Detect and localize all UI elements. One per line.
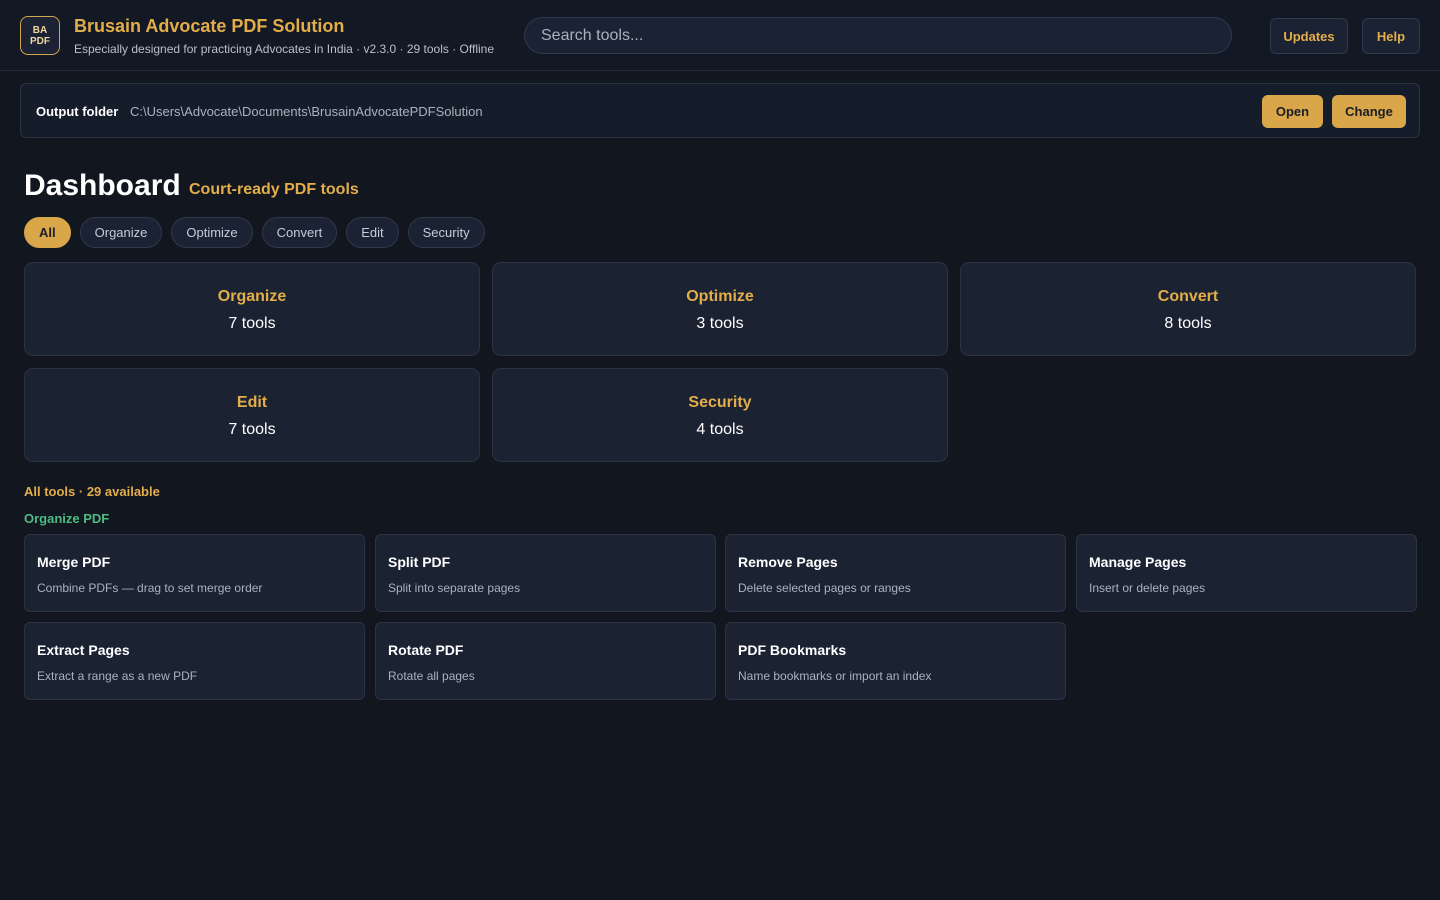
tool-card-split-pdf[interactable]: Split PDF Split into separate pages [375,534,716,612]
page-title: Dashboard [24,169,181,202]
category-card-edit[interactable]: Edit 7 tools [24,368,480,462]
category-name: Edit [236,394,268,411]
tool-description: Name bookmarks or import an index [738,669,932,683]
tool-name: PDF Bookmarks [738,642,847,658]
tool-description: Delete selected pages or ranges [738,581,911,595]
app-header: BA PDF Brusain Advocate PDF Solution Esp… [0,0,1440,71]
search-input[interactable] [524,17,1232,54]
category-name: Security [688,394,752,411]
open-folder-button[interactable]: Open [1262,95,1323,128]
category-count: 4 tools [696,421,744,438]
tool-description: Split into separate pages [388,581,521,595]
filter-edit[interactable]: Edit [346,217,399,248]
tool-name: Merge PDF [37,554,111,570]
logo-line-1: BA [32,24,48,36]
output-folder-label: Output folder [36,104,119,119]
category-name: Organize [217,288,287,305]
help-button[interactable]: Help [1362,18,1420,54]
tool-card-merge-pdf[interactable]: Merge PDF Combine PDFs — drag to set mer… [24,534,365,612]
section-title-organize: Organize PDF [24,511,110,526]
category-card-optimize[interactable]: Optimize 3 tools [492,262,948,356]
filter-all[interactable]: All [24,217,71,248]
updates-button[interactable]: Updates [1270,18,1348,54]
tool-description: Extract a range as a new PDF [37,669,198,683]
tool-card-extract-pages[interactable]: Extract Pages Extract a range as a new P… [24,622,365,700]
tool-description: Insert or delete pages [1089,581,1206,595]
tool-description: Rotate all pages [388,669,475,683]
filter-convert[interactable]: Convert [261,217,338,248]
tool-card-pdf-bookmarks[interactable]: PDF Bookmarks Name bookmarks or import a… [725,622,1066,700]
tool-card-remove-pages[interactable]: Remove Pages Delete selected pages or ra… [725,534,1066,612]
category-count: 7 tools [228,315,276,332]
app-logo: BA PDF [20,16,60,55]
tool-name: Manage Pages [1089,554,1187,570]
tool-name: Split PDF [388,554,451,570]
filter-chips: All Organize Optimize Convert Edit Secur… [24,217,485,248]
change-folder-button[interactable]: Change [1332,95,1406,128]
logo-line-2: PDF [30,35,50,47]
app-subtitle: Especially designed for practicing Advoc… [74,42,495,56]
category-count: 3 tools [696,315,744,332]
output-folder-bar: Output folder C:\Users\Advocate\Document… [20,83,1420,138]
filter-security[interactable]: Security [407,217,485,248]
category-name: Optimize [686,288,754,305]
category-card-convert[interactable]: Convert 8 tools [960,262,1416,356]
category-card-security[interactable]: Security 4 tools [492,368,948,462]
category-count: 7 tools [228,421,276,438]
tool-card-rotate-pdf[interactable]: Rotate PDF Rotate all pages [375,622,716,700]
page-subtitle: Court-ready PDF tools [189,181,359,198]
app-title: Brusain Advocate PDF Solution [74,16,345,36]
tools-summary: All tools · 29 available [24,484,160,499]
tool-name: Extract Pages [37,642,130,658]
filter-organize[interactable]: Organize [79,217,163,248]
category-name: Convert [1157,288,1219,305]
output-folder-path: C:\Users\Advocate\Documents\BrusainAdvoc… [130,104,483,119]
tool-description: Combine PDFs — drag to set merge order [37,581,263,595]
tool-name: Rotate PDF [388,642,464,658]
tool-name: Remove Pages [738,554,838,570]
tool-card-manage-pages[interactable]: Manage Pages Insert or delete pages [1076,534,1417,612]
category-card-organize[interactable]: Organize 7 tools [24,262,480,356]
category-count: 8 tools [1164,315,1212,332]
filter-optimize[interactable]: Optimize [171,217,253,248]
